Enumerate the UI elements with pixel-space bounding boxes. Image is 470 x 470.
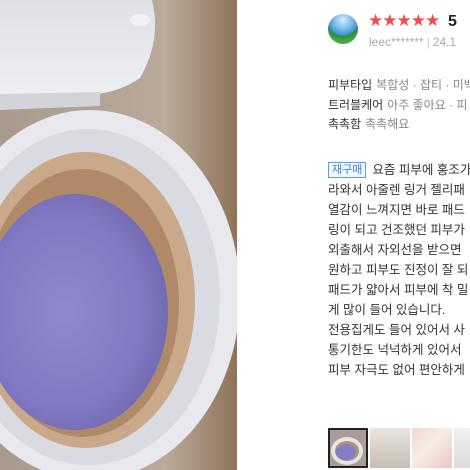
attribute-key: 피부타입 <box>328 78 373 92</box>
photo-thumbnail[interactable] <box>454 428 470 468</box>
photo-thumbnails <box>328 428 470 468</box>
review-line: 원하고 피부도 진정이 잘 되 <box>328 263 469 277</box>
review-line: 통기한도 넉넉하게 있어서 <box>328 343 462 357</box>
review-meta: leec******* | 24.1 <box>369 35 456 49</box>
photo-thumbnail-selected[interactable] <box>328 428 368 468</box>
review-card: ★★★★★ 5 leec******* | 24.1 피부타입 복합성 · 잡티 · … <box>237 0 470 470</box>
review-line: 열감이 느껴지면 바로 패드 <box>328 203 465 217</box>
username: leec******* <box>369 35 424 49</box>
jar-thumbnail-image <box>330 430 366 466</box>
review-text: 재구매 요즘 피부에 홍조가 라와서 아줄렌 링거 젤리패 열감이 느껴지면 바로… <box>328 160 470 380</box>
attribute-value: 복합성 · 잡티 · 미백 <box>376 78 470 92</box>
photo-thumbnail[interactable] <box>370 428 410 468</box>
attribute-key: 트러블케어 <box>328 97 384 112</box>
attribute-value: 아주 좋아요 · 피 <box>387 97 468 112</box>
review-line: 게 많이 들어 있습니다. <box>328 303 446 317</box>
attribute-row: 트러블케어 아주 좋아요 · 피 <box>328 96 470 116</box>
photo-thumbnail[interactable] <box>412 428 452 468</box>
review-line: 피부 자극도 없어 편안하게 <box>328 363 465 377</box>
attribute-row: 피부타입 복합성 · 잡티 · 미백 <box>328 76 470 96</box>
jar-pad-image <box>0 0 237 470</box>
rating-score: 5 <box>448 13 457 30</box>
review-line: 재구매 요즘 피부에 홍조가 <box>328 160 470 180</box>
product-photo[interactable] <box>0 0 237 470</box>
meta-separator: | <box>426 35 430 49</box>
star-rating: ★★★★★ <box>368 11 440 31</box>
attribute-key: 촉촉함 <box>328 117 362 131</box>
avatar[interactable] <box>328 14 358 44</box>
attribute-value: 촉촉해요 <box>365 117 410 131</box>
review-line: 라와서 아줄렌 링거 젤리패 <box>328 183 465 197</box>
review-line: 전용집게도 들어 있어서 사 <box>328 323 465 337</box>
review-line: 패드가 얇아서 피부에 착 밀 <box>328 283 469 297</box>
attribute-row: 촉촉함 촉촉해요 <box>328 115 470 135</box>
review-line: 링이 되고 건조했던 피부가 <box>328 223 465 237</box>
review-line: 외출해서 자외선을 받으면 <box>328 243 462 257</box>
repurchase-badge: 재구매 <box>328 162 367 178</box>
skin-attributes: 피부타입 복합성 · 잡티 · 미백 트러블케어 아주 좋아요 · 피 촉촉함 촉촉해… <box>328 76 470 135</box>
review-date: 24.1 <box>432 35 457 49</box>
review-line-text: 요즘 피부에 홍조가 <box>372 163 470 177</box>
